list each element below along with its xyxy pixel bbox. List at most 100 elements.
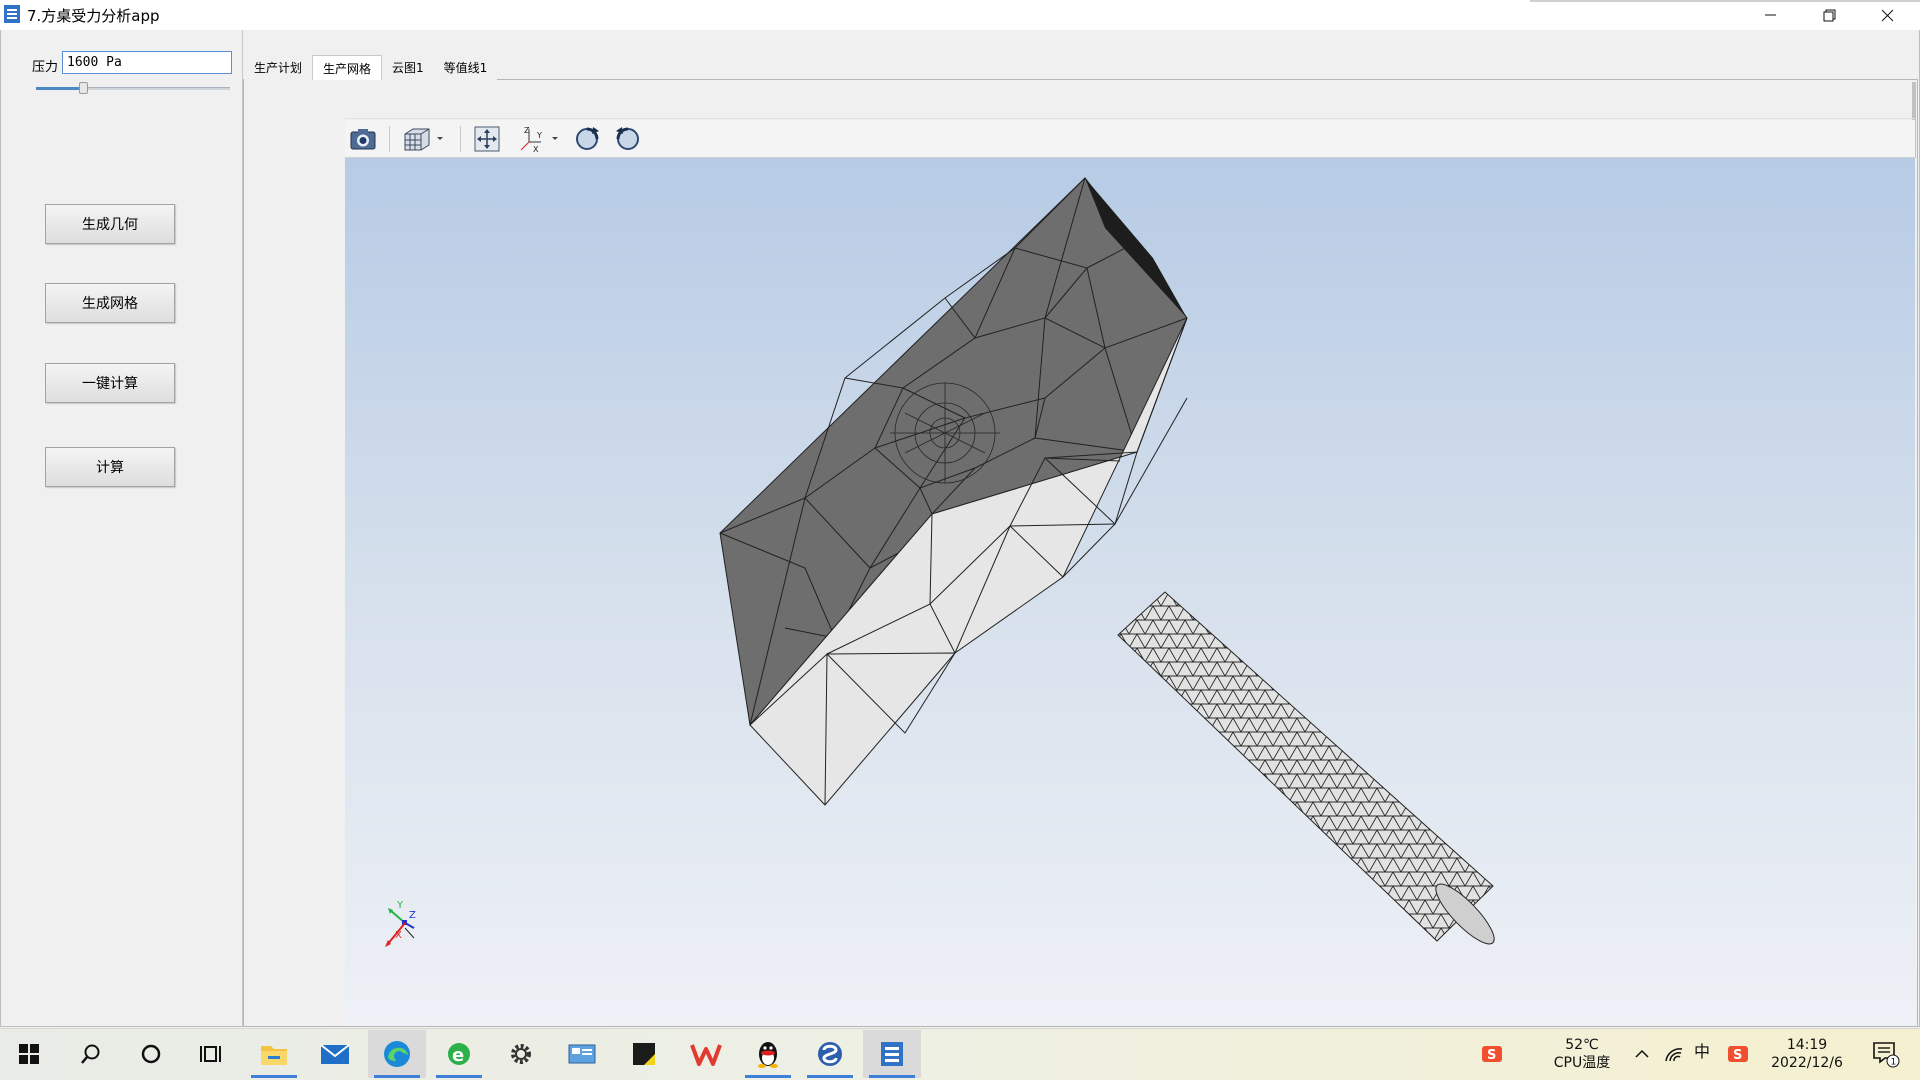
toolbar-divider — [345, 118, 1915, 119]
taskbar-app-settings[interactable] — [492, 1030, 550, 1078]
rotate-right-button[interactable] — [613, 124, 643, 154]
notification-center-button[interactable]: 1 — [1860, 1030, 1912, 1078]
qq-icon — [758, 1042, 778, 1068]
active-indicator — [807, 1075, 853, 1078]
active-indicator — [869, 1075, 915, 1078]
axis-y-label: Y — [396, 900, 404, 911]
taskbar-app-mail[interactable] — [306, 1030, 364, 1078]
mesh-handle — [1117, 591, 1495, 945]
clock-time: 14:19 — [1786, 1037, 1828, 1053]
title-bar: 7.方桌受力分析app — [0, 0, 1920, 30]
app-icon — [4, 5, 20, 23]
toolbar-separator — [460, 126, 461, 152]
screenshot-button[interactable] — [348, 124, 378, 154]
taskbar-app-file-explorer[interactable] — [245, 1030, 303, 1078]
svg-text:e: e — [452, 1045, 464, 1066]
cpu-temperature[interactable]: 52℃ CPU温度 — [1540, 1036, 1624, 1072]
cpu-temperature-label: CPU温度 — [1553, 1055, 1611, 1071]
mail-icon — [320, 1044, 350, 1064]
one-click-compute-button[interactable]: 一键计算 — [45, 363, 175, 403]
taskbar-app-ie[interactable]: e — [430, 1030, 488, 1078]
start-button[interactable] — [0, 1030, 58, 1078]
view-cube-icon — [404, 128, 443, 151]
active-indicator — [251, 1075, 297, 1078]
input-method-indicator[interactable]: 中 — [1692, 1043, 1712, 1061]
cortana-icon — [141, 1044, 161, 1064]
search-icon — [81, 1044, 100, 1064]
camera-icon — [350, 129, 376, 150]
file-explorer-icon — [261, 1046, 287, 1065]
axis-triad: Y Z X — [385, 900, 416, 947]
sticky-icon — [633, 1043, 655, 1065]
sogou-icon — [818, 1042, 842, 1066]
task-view-button[interactable] — [182, 1030, 240, 1078]
task-view-icon — [200, 1046, 221, 1062]
chevron-up-icon — [1635, 1049, 1649, 1058]
notification-count: 1 — [1891, 1058, 1897, 1068]
taskbar-app-edge[interactable] — [368, 1030, 426, 1078]
taskbar-app-sticky[interactable] — [615, 1030, 673, 1078]
taskbar-app-wps[interactable] — [677, 1030, 735, 1078]
axis-orientation-icon: Z Y X — [520, 126, 558, 154]
generate-mesh-button[interactable]: 生成网格 — [45, 283, 175, 323]
active-indicator — [436, 1075, 482, 1078]
control-panel-icon — [568, 1044, 596, 1064]
close-icon — [1881, 9, 1893, 21]
windows-start-icon — [19, 1044, 39, 1064]
axis-x-label: X — [395, 930, 402, 941]
svg-text:Y: Y — [536, 131, 542, 140]
edge-icon — [384, 1041, 410, 1067]
svg-text:Z: Z — [524, 126, 530, 135]
pressure-input[interactable] — [62, 51, 232, 74]
ie-icon: e — [448, 1043, 470, 1066]
tab-isolines[interactable]: 等值线1 — [433, 55, 498, 80]
pressure-label: 压力 — [32, 60, 59, 75]
zoom-extents-button[interactable] — [472, 124, 502, 154]
tab-production-plan[interactable]: 生产计划 — [244, 55, 313, 80]
minimize-button[interactable] — [1742, 0, 1800, 30]
clock[interactable]: 14:19 2022/12/6 — [1762, 1036, 1852, 1072]
network-icon — [1665, 1048, 1683, 1062]
view-mode-button[interactable] — [400, 124, 446, 154]
clock-date: 2022/12/6 — [1771, 1055, 1843, 1071]
minimize-icon — [1765, 14, 1776, 16]
svg-text:S: S — [1487, 1048, 1496, 1063]
svg-text:X: X — [533, 145, 539, 154]
tab-production-mesh[interactable]: 生产网格 — [312, 55, 383, 80]
notification-icon: 1 — [1873, 1042, 1900, 1068]
pressure-slider-thumb[interactable] — [78, 82, 88, 94]
mesh-model: Y Z X — [385, 177, 1495, 947]
zoom-extents-icon — [474, 126, 500, 152]
toolbar-separator — [389, 126, 390, 152]
compute-button[interactable]: 计算 — [45, 447, 175, 487]
app-window-icon — [881, 1042, 903, 1066]
restore-icon — [1823, 9, 1835, 21]
close-button[interactable] — [1858, 0, 1916, 30]
cortana-button[interactable] — [122, 1030, 180, 1078]
cpu-temperature-value: 52℃ — [1565, 1037, 1599, 1053]
tray-show-hidden[interactable] — [1628, 1030, 1656, 1078]
restore-button[interactable] — [1800, 0, 1858, 30]
svg-text:S: S — [1733, 1048, 1742, 1063]
tray-sogou-input[interactable]: S — [1470, 1030, 1514, 1078]
search-button[interactable] — [62, 1030, 120, 1078]
window-title: 7.方桌受力分析app — [27, 7, 160, 25]
left-control-panel — [0, 30, 243, 1027]
axis-z-label: Z — [409, 910, 416, 921]
active-indicator — [745, 1075, 791, 1078]
taskbar-app-sogou[interactable] — [801, 1030, 859, 1078]
3d-viewport[interactable]: Y Z X — [345, 158, 1915, 1026]
taskbar-app-control-panel[interactable] — [553, 1030, 611, 1078]
tab-bar: 生产计划 生产网格 云图1 等值线1 — [244, 55, 498, 80]
taskbar-app-current[interactable] — [863, 1030, 921, 1078]
taskbar-app-qq[interactable] — [739, 1030, 797, 1078]
sogou-input-icon: S — [1728, 1046, 1748, 1063]
rotate-left-button[interactable] — [572, 124, 602, 154]
tray-network[interactable] — [1660, 1030, 1688, 1078]
wps-icon — [690, 1044, 722, 1066]
axis-orientation-button[interactable]: Z Y X — [514, 124, 562, 154]
generate-geometry-button[interactable]: 生成几何 — [45, 204, 175, 244]
tray-sogou-input-2[interactable]: S — [1716, 1030, 1760, 1078]
rotate-left-icon — [576, 127, 599, 150]
tab-contour-map[interactable]: 云图1 — [382, 55, 434, 80]
